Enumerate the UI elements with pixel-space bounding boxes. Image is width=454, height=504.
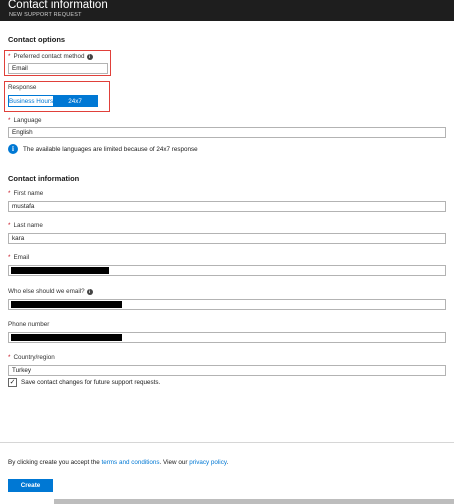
country-select[interactable]: Turkey <box>8 365 446 376</box>
language-note: i The available languages are limited be… <box>8 144 198 154</box>
country-label-text: Country/region <box>13 354 55 361</box>
cc-email-label-text: Who else should we email? <box>8 288 85 295</box>
cc-email-label: Who else should we email? i <box>8 288 93 295</box>
language-label: * Language <box>8 117 41 124</box>
page-title: Contact information <box>8 0 108 11</box>
redaction-bar <box>11 267 109 274</box>
consent-suffix: . <box>226 459 229 466</box>
page-subtitle: NEW SUPPORT REQUEST <box>9 12 82 18</box>
email-label: * Email <box>8 254 29 261</box>
language-label-text: Language <box>13 117 42 124</box>
language-select[interactable]: English <box>8 127 446 138</box>
required-marker: * <box>8 254 11 261</box>
email-input[interactable] <box>8 265 446 276</box>
save-contact-label: Save contact changes for future support … <box>21 379 161 386</box>
info-icon[interactable]: i <box>86 288 93 295</box>
annotation-highlight-response <box>4 81 110 112</box>
redaction-bar <box>11 334 122 341</box>
first-name-label-text: First name <box>13 190 44 197</box>
horizontal-scrollbar[interactable] <box>54 499 454 504</box>
phone-label: Phone number <box>8 321 50 328</box>
redaction-bar <box>11 301 122 308</box>
last-name-input[interactable]: kara <box>8 233 446 244</box>
create-button[interactable]: Create <box>8 479 53 492</box>
save-contact-row[interactable]: ✓ Save contact changes for future suppor… <box>8 378 160 387</box>
annotation-highlight-method <box>4 50 111 76</box>
language-note-text: The available languages are limited beca… <box>23 145 198 153</box>
required-marker: * <box>8 117 11 124</box>
last-name-label: * Last name <box>8 222 43 229</box>
last-name-label-text: Last name <box>13 222 43 229</box>
consent-prefix: By clicking create you accept the <box>8 459 102 466</box>
cc-email-input[interactable] <box>8 299 446 310</box>
consent-text: By clicking create you accept the terms … <box>8 459 228 466</box>
consent-middle: . View our <box>159 459 190 466</box>
phone-input[interactable] <box>8 332 446 343</box>
terms-link[interactable]: terms and conditions <box>101 459 159 466</box>
required-marker: * <box>8 354 11 361</box>
contact-options-heading: Contact options <box>8 35 66 44</box>
required-marker: * <box>8 190 11 197</box>
first-name-input[interactable]: mustafa <box>8 201 446 212</box>
blade-header: Contact information NEW SUPPORT REQUEST <box>0 0 454 21</box>
privacy-link[interactable]: privacy policy <box>189 459 226 466</box>
footer-divider <box>0 442 454 443</box>
info-circle-icon: i <box>8 144 18 154</box>
required-marker: * <box>8 222 11 229</box>
email-label-text: Email <box>13 254 30 261</box>
first-name-label: * First name <box>8 190 43 197</box>
country-label: * Country/region <box>8 354 55 361</box>
contact-information-heading: Contact information <box>8 174 80 183</box>
save-contact-checkbox[interactable]: ✓ <box>8 378 17 387</box>
